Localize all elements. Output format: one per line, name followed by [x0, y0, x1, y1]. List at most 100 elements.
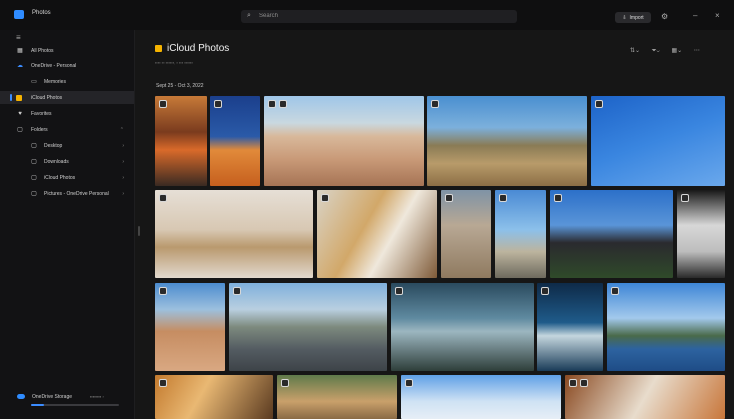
layout-icon[interactable]: ▦⌄ — [671, 48, 682, 54]
icloud-badge-icon — [214, 100, 222, 108]
sidebar-item-memories[interactable]: ▭ Memories — [0, 75, 134, 88]
sidebar-item-label: iCloud Photos — [44, 174, 76, 181]
sidebar-splitter — [134, 30, 135, 419]
search-box[interactable]: ⌕ Search — [241, 10, 517, 23]
icloud-badge-icon — [268, 100, 276, 108]
photo-dog-street[interactable] — [441, 190, 491, 278]
folder-icon: ▢ — [31, 143, 37, 149]
filter-icon[interactable]: ⏷⌄ — [652, 48, 660, 54]
main-content: iCloud Photos ▪▪▪▪ ▪▪ ▪▪▪▪▪▪, ▪ ▪▪▪ ▪▪▪▪… — [140, 30, 734, 419]
photo-architecture[interactable] — [677, 190, 725, 278]
photo-toast-coffee[interactable] — [317, 190, 437, 278]
folder-icon: ▢ — [17, 127, 23, 133]
photo-city-mountains[interactable] — [229, 283, 387, 371]
settings-icon[interactable]: ⚙ — [661, 12, 668, 21]
more-icon[interactable]: ⋯ — [694, 48, 700, 54]
sidebar-item-onedrive[interactable]: ☁ OneDrive - Personal — [0, 59, 134, 72]
import-button[interactable]: ⇩ Import — [615, 12, 651, 23]
sidebar-item-favorites[interactable]: ♥ Favorites — [0, 107, 134, 120]
icloud-badge-icon — [395, 287, 403, 295]
storage-bar — [31, 404, 119, 406]
photo-lake-town[interactable] — [607, 283, 725, 371]
page-title: iCloud Photos — [167, 43, 230, 54]
live-photo-icon — [580, 379, 588, 387]
search-placeholder: Search — [259, 13, 279, 19]
photos-app-icon — [14, 10, 24, 19]
photo-beach[interactable] — [495, 190, 546, 278]
photo-ocean-waves[interactable] — [537, 283, 603, 371]
onedrive-storage[interactable]: OneDrive Storage ▪▪▪▪▪▪▪▪ › — [0, 389, 134, 419]
cloud-icon — [17, 394, 25, 399]
photo-desert-rocks[interactable] — [264, 96, 424, 186]
sidebar-item-icloud-folder[interactable]: ▢ iCloud Photos › — [0, 171, 134, 184]
sort-icon[interactable]: ⇅⌄ — [630, 48, 640, 54]
photo-swing-ride[interactable] — [591, 96, 725, 186]
icloud-badge-icon — [405, 379, 413, 387]
page-subtitle: ▪▪▪▪ ▪▪ ▪▪▪▪▪▪, ▪ ▪▪▪ ▪▪▪▪▪▪ — [155, 60, 193, 65]
sidebar-item-pictures-onedrive[interactable]: ▢ Pictures - OneDrive Personal › — [0, 187, 134, 200]
sidebar-item-label: All Photos — [31, 47, 54, 54]
folder-icon: ▢ — [31, 175, 37, 181]
close-icon[interactable]: × — [715, 11, 720, 20]
chevron-right-icon[interactable]: › — [122, 143, 124, 149]
minimize-icon[interactable]: – — [693, 11, 697, 20]
heart-icon: ♥ — [18, 110, 22, 117]
photo-desert-hill[interactable] — [155, 283, 225, 371]
menu-icon[interactable]: ≡ — [16, 33, 21, 42]
chevron-right-icon[interactable]: › — [122, 191, 124, 197]
sidebar-item-desktop[interactable]: ▢ Desktop › — [0, 139, 134, 152]
icloud-badge-icon — [159, 287, 167, 295]
photo-dog-chair[interactable] — [155, 190, 313, 278]
folder-icon: ▢ — [31, 159, 37, 165]
cloud-icon: ☁ — [17, 63, 23, 69]
icloud-badge-icon — [431, 100, 439, 108]
icloud-icon — [155, 45, 162, 52]
icloud-badge-icon — [321, 194, 329, 202]
app-title: Photos — [32, 10, 51, 16]
date-range: Sept 25 - Oct 3, 2022 — [156, 83, 204, 89]
icloud-badge-icon — [233, 287, 241, 295]
chevron-right-icon[interactable]: › — [122, 159, 124, 165]
sidebar-item-all-photos[interactable]: ▦ All Photos — [0, 44, 134, 57]
photo-sky-clouds[interactable] — [401, 375, 561, 419]
icloud-badge-icon — [159, 100, 167, 108]
photo-eiffel-tower[interactable] — [550, 190, 673, 278]
icloud-badge-icon — [445, 194, 453, 202]
sidebar-item-label: iCloud Photos — [31, 94, 63, 101]
storage-usage-text: ▪▪▪▪▪▪▪▪ › — [90, 394, 104, 399]
grid-icon: ▦ — [17, 48, 23, 54]
sidebar-item-label: Pictures - OneDrive Personal — [44, 190, 109, 197]
sidebar-item-folders[interactable]: ▢ Folders ⌃ — [0, 123, 134, 136]
icloud-badge-icon — [499, 194, 507, 202]
storage-bar-fill — [31, 404, 45, 406]
photo-dishes[interactable] — [155, 375, 273, 419]
import-icon: ⇩ — [622, 14, 627, 21]
folder-icon: ▢ — [31, 191, 37, 197]
search-icon: ⌕ — [247, 12, 251, 19]
sidebar-item-icloud-photos[interactable]: iCloud Photos — [0, 91, 134, 104]
import-label: Import — [629, 14, 644, 21]
photo-dog-grass[interactable] — [277, 375, 397, 419]
photo-pastry[interactable] — [565, 375, 725, 419]
photo-food[interactable] — [155, 96, 207, 186]
icloud-badge-icon — [554, 194, 562, 202]
icloud-badge-icon — [541, 287, 549, 295]
icloud-badge-icon — [681, 194, 689, 202]
sidebar-item-downloads[interactable]: ▢ Downloads › — [0, 155, 134, 168]
photo-forest-light[interactable] — [391, 283, 534, 371]
photo-joshua-tree[interactable] — [427, 96, 587, 186]
storage-label: OneDrive Storage — [32, 394, 73, 400]
sidebar-item-label: Downloads — [44, 158, 69, 165]
chevron-up-icon[interactable]: ⌃ — [120, 127, 124, 133]
photos-window: Photos ⌕ Search ⇩ Import ⚙ – × ≡ ▦ All P… — [0, 0, 734, 419]
sidebar-item-label: Memories — [44, 78, 66, 85]
sidebar-item-label: Desktop — [44, 142, 63, 149]
title-bar: Photos ⌕ Search ⇩ Import ⚙ – × — [0, 0, 734, 30]
icloud-badge-icon — [159, 194, 167, 202]
photo-orange-wall[interactable] — [210, 96, 260, 186]
sidebar-item-label: Favorites — [31, 110, 52, 117]
memories-icon: ▭ — [31, 79, 37, 85]
icloud-badge-icon — [569, 379, 577, 387]
chevron-right-icon[interactable]: › — [122, 175, 124, 181]
sidebar-item-label: OneDrive - Personal — [31, 62, 77, 69]
